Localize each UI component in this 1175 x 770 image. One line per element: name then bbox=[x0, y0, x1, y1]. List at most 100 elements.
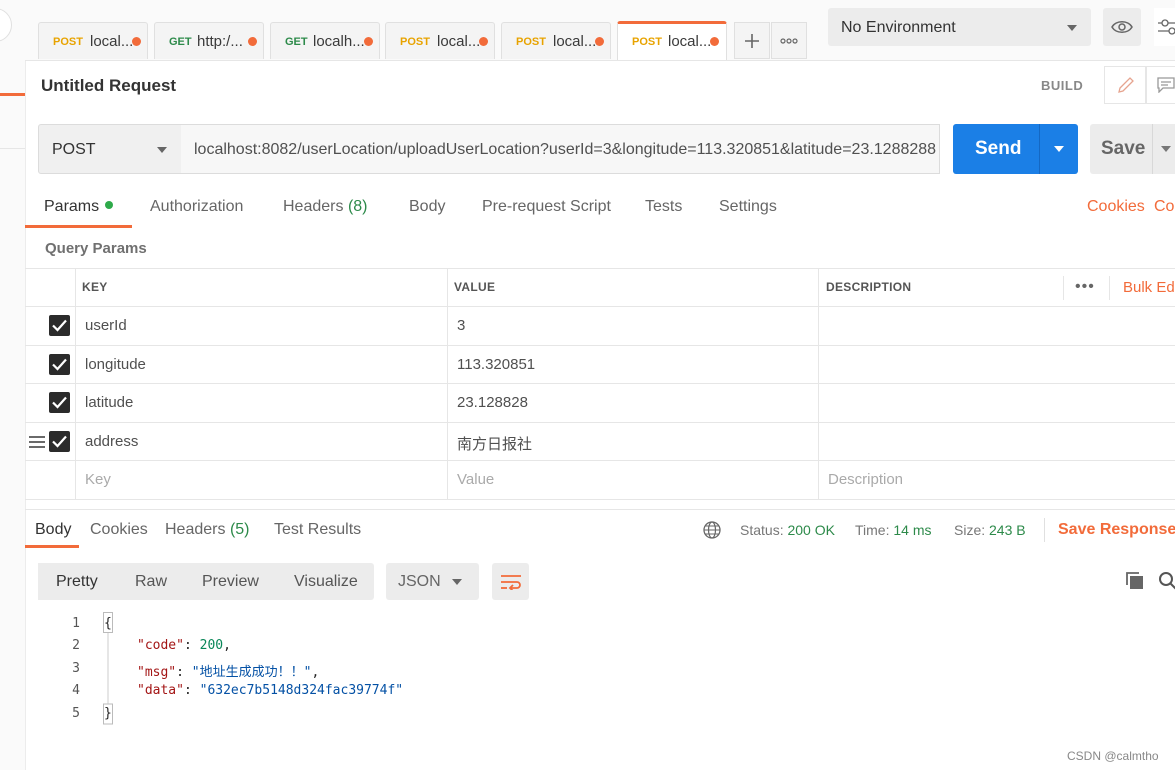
request-tab-active[interactable]: POST local... bbox=[617, 21, 727, 60]
param-value-cell[interactable]: 113.320851 bbox=[457, 356, 535, 373]
globe-icon[interactable] bbox=[703, 521, 721, 539]
tab-name: http:/... bbox=[197, 33, 243, 50]
request-tab[interactable]: GET http:/... bbox=[154, 22, 264, 59]
save-options-button[interactable] bbox=[1152, 124, 1175, 174]
json-key: "data" bbox=[137, 683, 184, 698]
cookies-link[interactable]: Cookies bbox=[1087, 198, 1145, 216]
row-checkbox[interactable] bbox=[49, 315, 70, 336]
request-tab[interactable]: POST local... bbox=[38, 22, 148, 59]
table-border bbox=[25, 383, 1175, 384]
view-mode-pretty[interactable]: Pretty bbox=[56, 573, 98, 591]
environment-settings-button[interactable] bbox=[1154, 8, 1175, 46]
line-number: 5 bbox=[72, 706, 80, 721]
view-mode-visualize[interactable]: Visualize bbox=[294, 573, 358, 591]
response-headers-label: Headers bbox=[165, 521, 226, 538]
drag-handle-icon[interactable] bbox=[29, 435, 45, 449]
line-number: 3 bbox=[72, 661, 80, 676]
active-tab-underline bbox=[25, 545, 79, 548]
request-title[interactable]: Untitled Request bbox=[41, 76, 176, 96]
wrap-lines-button[interactable] bbox=[492, 563, 529, 600]
more-horizontal-icon bbox=[780, 38, 798, 44]
tab-params[interactable]: Params bbox=[44, 198, 114, 216]
build-mode-label[interactable]: BUILD bbox=[1041, 78, 1083, 93]
query-params-title: Query Params bbox=[45, 240, 147, 257]
param-key-cell[interactable]: longitude bbox=[85, 356, 146, 373]
tab-body[interactable]: Body bbox=[409, 198, 445, 216]
column-header-description: DESCRIPTION bbox=[826, 280, 912, 294]
response-divider[interactable] bbox=[25, 509, 1175, 510]
response-status[interactable]: Status: 200 OK bbox=[740, 522, 835, 538]
tab-name: local... bbox=[437, 33, 481, 50]
environment-quick-look-button[interactable] bbox=[1103, 8, 1141, 46]
time-value: 14 ms bbox=[893, 522, 932, 538]
param-key-cell[interactable]: latitude bbox=[85, 394, 133, 411]
url-text: localhost:8082/userLocation/uploadUserLo… bbox=[194, 141, 936, 158]
unsaved-dot-icon bbox=[132, 37, 141, 46]
response-tab-cookies[interactable]: Cookies bbox=[90, 521, 148, 539]
table-column-divider bbox=[1109, 276, 1110, 300]
send-button[interactable]: Send bbox=[953, 124, 1039, 174]
save-response-button[interactable]: Save Response bbox=[1058, 521, 1175, 539]
row-checkbox[interactable] bbox=[49, 392, 70, 413]
column-header-key: KEY bbox=[82, 280, 108, 294]
sidebar-active-indicator bbox=[0, 93, 25, 96]
response-size[interactable]: Size: 243 B bbox=[954, 522, 1026, 538]
more-options-icon[interactable]: ••• bbox=[1075, 278, 1095, 296]
column-header-value: VALUE bbox=[454, 280, 496, 294]
param-key-cell[interactable]: userId bbox=[85, 317, 127, 334]
environment-select[interactable]: No Environment bbox=[828, 8, 1091, 46]
pencil-icon bbox=[1118, 77, 1134, 93]
copy-icon[interactable] bbox=[1125, 571, 1144, 590]
new-param-value-input[interactable]: Value bbox=[457, 471, 494, 488]
search-icon[interactable] bbox=[1158, 571, 1175, 590]
edit-button[interactable] bbox=[1104, 66, 1146, 104]
json-string: "地址生成成功！！" bbox=[191, 665, 312, 680]
new-tab-button[interactable] bbox=[734, 22, 770, 59]
json-line: "data": "632ec7b5148d324fac39774f" bbox=[137, 683, 404, 698]
request-tab[interactable]: GET localh... bbox=[270, 22, 380, 59]
tab-tests[interactable]: Tests bbox=[645, 198, 682, 216]
table-column-divider bbox=[75, 268, 76, 499]
param-key-cell[interactable]: address bbox=[85, 433, 138, 450]
view-mode-preview[interactable]: Preview bbox=[202, 573, 259, 591]
tab-options-button[interactable] bbox=[771, 22, 807, 59]
table-border bbox=[25, 499, 1175, 500]
json-string: "632ec7b5148d324fac39774f" bbox=[199, 683, 404, 698]
tab-authorization[interactable]: Authorization bbox=[150, 198, 243, 216]
unsaved-dot-icon bbox=[248, 37, 257, 46]
new-param-description-input[interactable]: Description bbox=[828, 471, 903, 488]
row-checkbox[interactable] bbox=[49, 431, 70, 452]
param-value-cell[interactable]: 23.128828 bbox=[457, 394, 528, 411]
tab-headers[interactable]: Headers (8) bbox=[283, 198, 368, 216]
send-options-button[interactable] bbox=[1039, 124, 1078, 174]
tab-prerequest-script[interactable]: Pre-request Script bbox=[482, 198, 611, 216]
response-tab-test-results[interactable]: Test Results bbox=[274, 521, 361, 539]
method-select[interactable]: POST bbox=[38, 124, 182, 174]
checkmark-icon bbox=[52, 396, 67, 409]
watermark: CSDN @calmtho bbox=[1067, 749, 1159, 763]
param-value-cell[interactable]: 3 bbox=[457, 317, 465, 334]
tab-params-label: Params bbox=[44, 198, 100, 215]
code-link[interactable]: Code bbox=[1154, 198, 1175, 216]
format-select[interactable]: JSON bbox=[386, 563, 479, 600]
request-tab[interactable]: POST local... bbox=[385, 22, 495, 59]
response-time[interactable]: Time: 14 ms bbox=[855, 522, 932, 538]
row-checkbox[interactable] bbox=[49, 354, 70, 375]
response-tab-body[interactable]: Body bbox=[35, 521, 71, 539]
bulk-edit-link[interactable]: Bulk Edit bbox=[1123, 279, 1175, 296]
active-tab-underline bbox=[25, 225, 132, 228]
param-value-cell[interactable]: 南方日报社 bbox=[457, 433, 532, 454]
url-input[interactable]: localhost:8082/userLocation/uploadUserLo… bbox=[181, 124, 940, 174]
response-tab-headers[interactable]: Headers (5) bbox=[165, 521, 250, 539]
view-mode-raw[interactable]: Raw bbox=[135, 573, 167, 591]
sidebar-divider bbox=[0, 148, 25, 149]
json-line: "msg": "地址生成成功！！", bbox=[137, 665, 320, 680]
request-tab[interactable]: POST local... bbox=[501, 22, 611, 59]
size-label: Size: bbox=[954, 522, 986, 538]
comments-button[interactable] bbox=[1146, 66, 1175, 104]
status-value: 200 OK bbox=[787, 522, 835, 538]
unsaved-dot-icon bbox=[479, 37, 488, 46]
tab-settings[interactable]: Settings bbox=[719, 198, 777, 216]
save-button[interactable]: Save bbox=[1090, 124, 1152, 174]
new-param-key-input[interactable]: Key bbox=[85, 471, 111, 488]
